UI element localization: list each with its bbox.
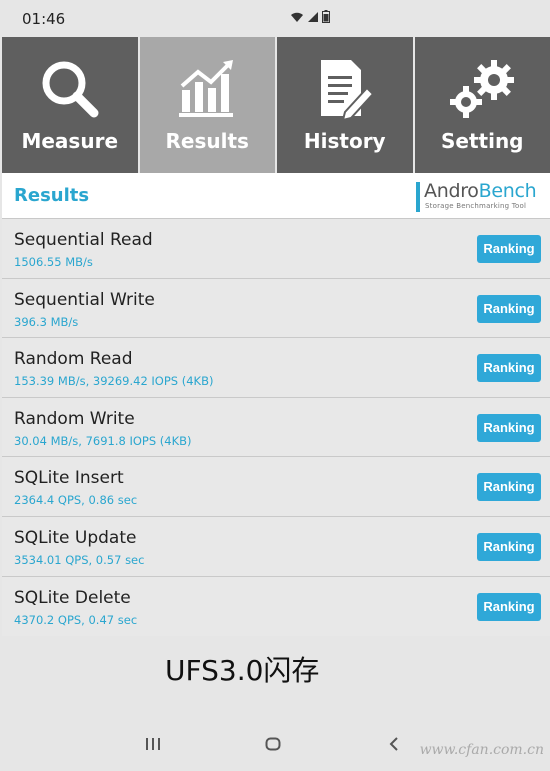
document-pen-icon bbox=[277, 57, 413, 121]
result-name: Sequential Write bbox=[14, 289, 155, 310]
overlay-caption: UFS3.0闪存 bbox=[165, 654, 320, 687]
result-name: Sequential Read bbox=[14, 230, 153, 250]
battery-icon bbox=[322, 10, 330, 23]
result-name: SQLite Insert bbox=[14, 468, 124, 489]
result-row-sqlite-delete: SQLite Delete 4370.2 QPS, 0.47 sec Ranki… bbox=[2, 576, 550, 637]
wifi-icon bbox=[291, 12, 303, 22]
ranking-button[interactable]: Ranking bbox=[477, 413, 541, 442]
logo-brand-b: Bench bbox=[478, 180, 537, 202]
watermark: www.cfan.com.cn bbox=[419, 742, 544, 758]
magnifier-icon bbox=[2, 57, 138, 121]
androbench-logo: AndroBench Storage Benchmarking Tool bbox=[416, 180, 537, 214]
ranking-button[interactable]: Ranking bbox=[477, 532, 541, 561]
bar-chart-icon bbox=[140, 57, 276, 121]
ranking-button[interactable]: Ranking bbox=[477, 354, 541, 383]
result-name: SQLite Delete bbox=[14, 587, 131, 608]
result-row-sqlite-insert: SQLite Insert 2364.4 QPS, 0.86 sec Ranki… bbox=[2, 457, 550, 517]
tab-setting[interactable]: Setting bbox=[414, 37, 550, 173]
signal-icon bbox=[308, 11, 318, 22]
ranking-button[interactable]: Ranking bbox=[477, 473, 541, 502]
tab-history-label: History bbox=[303, 129, 386, 153]
results-list: Sequential Read 1506.55 MB/s Ranking Seq… bbox=[2, 219, 550, 637]
result-row-random-write: Random Write 30.04 MB/s, 7691.8 IOPS (4K… bbox=[2, 397, 550, 458]
result-value: 2364.4 QPS, 0.86 sec bbox=[14, 493, 138, 508]
logo-brand-a: Andro bbox=[424, 180, 479, 202]
result-row-sequential-write: Sequential Write 396.3 MB/s Ranking bbox=[2, 278, 550, 339]
tab-measure-label: Measure bbox=[21, 129, 119, 153]
status-time: 01:46 bbox=[22, 10, 66, 28]
result-name: Random Read bbox=[14, 349, 133, 370]
back-icon[interactable] bbox=[388, 736, 400, 756]
tab-results[interactable]: Results bbox=[139, 37, 277, 173]
result-name: Random Write bbox=[14, 408, 135, 429]
logo-tagline: Storage Benchmarking Tool bbox=[425, 202, 527, 210]
results-header: Results AndroBench Storage Benchmarking … bbox=[2, 173, 550, 219]
result-row-sqlite-update: SQLite Update 3534.01 QPS, 0.57 sec Rank… bbox=[2, 516, 550, 577]
result-name: SQLite Update bbox=[14, 527, 137, 548]
status-bar: 01:46 bbox=[0, 0, 550, 37]
result-row-random-read: Random Read 153.39 MB/s, 39269.42 IOPS (… bbox=[2, 338, 550, 398]
result-value: 3534.01 QPS, 0.57 sec bbox=[14, 552, 145, 567]
logo-name: AndroBench bbox=[424, 180, 537, 202]
tab-setting-label: Setting bbox=[441, 129, 524, 153]
main-tab-bar: Measure Results History Setting bbox=[2, 37, 550, 173]
recent-apps-icon[interactable] bbox=[145, 736, 161, 756]
tab-results-label: Results bbox=[165, 129, 249, 153]
home-icon[interactable] bbox=[265, 736, 281, 756]
result-value: 396.3 MB/s bbox=[14, 314, 79, 329]
status-icons bbox=[290, 10, 330, 23]
ranking-button[interactable]: Ranking bbox=[477, 235, 541, 263]
result-value: 4370.2 QPS, 0.47 sec bbox=[14, 612, 138, 627]
result-row-sequential-read: Sequential Read 1506.55 MB/s Ranking bbox=[2, 219, 550, 279]
logo-bar bbox=[416, 182, 420, 212]
result-value: 1506.55 MB/s bbox=[14, 255, 93, 269]
ranking-button[interactable]: Ranking bbox=[477, 294, 541, 323]
result-value: 153.39 MB/s, 39269.42 IOPS (4KB) bbox=[14, 374, 214, 389]
result-value: 30.04 MB/s, 7691.8 IOPS (4KB) bbox=[14, 433, 192, 448]
gears-icon bbox=[415, 57, 550, 121]
tab-history[interactable]: History bbox=[277, 37, 415, 173]
tab-measure[interactable]: Measure bbox=[2, 37, 140, 173]
ranking-button[interactable]: Ranking bbox=[477, 592, 541, 621]
page-title: Results bbox=[14, 185, 90, 206]
